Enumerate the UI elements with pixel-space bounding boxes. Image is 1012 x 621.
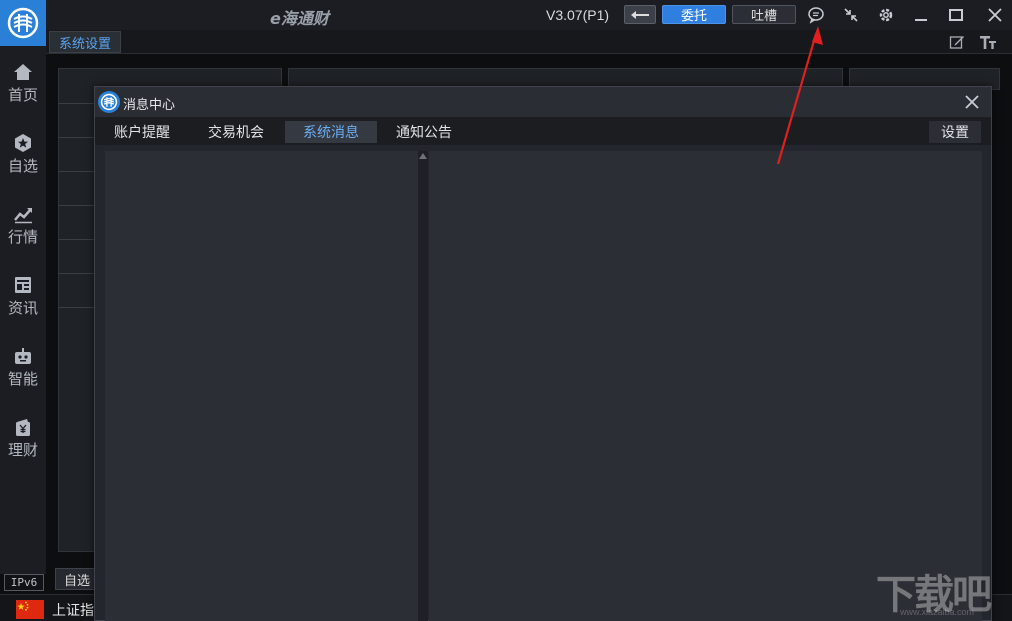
shrink-icon[interactable] (840, 4, 862, 26)
entrust-button[interactable]: 委托 (662, 5, 726, 24)
dialog-title-bar: 消息中心 (95, 87, 991, 117)
title-bar: e海通财 V3.07(P1) 委托 吐槽 (0, 0, 1012, 30)
sub-toolbar: 系统设置 (46, 30, 1012, 54)
bottom-tab-watchlist[interactable]: 自选 (55, 568, 99, 590)
watermark-url: www.xiazaiba.com (900, 607, 975, 617)
chart-icon (13, 204, 33, 224)
gear-icon[interactable] (875, 4, 897, 26)
tab-account-alerts[interactable]: 账户提醒 (101, 121, 183, 143)
app-logo-icon (98, 91, 120, 113)
arrow-left-icon (631, 10, 649, 19)
sidebar: 首页 自选 行情 资讯 智能 理财 (0, 46, 46, 574)
minimize-icon[interactable] (910, 4, 932, 26)
sidebar-item-label: 自选 (7, 157, 38, 175)
ipv6-badge: IPv6 (4, 574, 44, 591)
app-title: e海通财 (270, 9, 329, 28)
edit-icon[interactable] (948, 33, 966, 51)
message-list-scrollbar[interactable] (418, 151, 428, 621)
font-size-icon[interactable] (979, 33, 997, 51)
sidebar-item-wealth[interactable]: 理财 (0, 405, 46, 471)
scroll-up-arrow-icon[interactable] (419, 153, 427, 159)
sidebar-item-news[interactable]: 资讯 (0, 263, 46, 329)
message-detail (429, 151, 982, 621)
sidebar-item-smart[interactable]: 智能 (0, 334, 46, 400)
sidebar-item-label: 资讯 (7, 299, 38, 317)
dialog-title: 消息中心 (123, 97, 176, 112)
message-icon[interactable] (805, 4, 827, 26)
tab-notices[interactable]: 通知公告 (383, 121, 465, 143)
sidebar-item-home[interactable]: 首页 (0, 50, 46, 116)
version-label: V3.07(P1) (546, 7, 610, 23)
sidebar-item-label: 智能 (7, 370, 38, 388)
dialog-close-icon[interactable] (961, 91, 983, 113)
sidebar-item-label: 理财 (7, 441, 38, 459)
sidebar-item-label: 首页 (7, 86, 38, 104)
settings-button[interactable]: 设置 (929, 121, 981, 143)
sidebar-item-market[interactable]: 行情 (0, 192, 46, 258)
message-tabs: 账户提醒 交易机会 系统消息 通知公告 设置 (95, 117, 991, 145)
tab-system-settings[interactable]: 系统设置 (49, 31, 122, 53)
wallet-icon (13, 417, 33, 437)
news-icon (13, 275, 33, 295)
close-icon[interactable] (984, 4, 1006, 26)
message-list[interactable] (105, 151, 418, 621)
star-icon (13, 133, 33, 153)
home-icon (13, 62, 33, 82)
message-center-dialog: 消息中心 账户提醒 交易机会 系统消息 通知公告 设置 (94, 86, 992, 621)
robot-icon (13, 346, 33, 366)
index-ticker: 上证指 (52, 602, 94, 618)
app-logo (0, 0, 46, 46)
tab-trade-opportunities[interactable]: 交易机会 (195, 121, 277, 143)
sidebar-item-label: 行情 (7, 228, 38, 246)
maximize-icon[interactable] (945, 4, 967, 26)
feedback-button[interactable]: 吐槽 (732, 5, 796, 24)
tab-system-messages[interactable]: 系统消息 (285, 121, 377, 143)
back-button[interactable] (624, 5, 656, 24)
sidebar-item-watchlist[interactable]: 自选 (0, 121, 46, 187)
china-flag-icon (16, 600, 44, 619)
